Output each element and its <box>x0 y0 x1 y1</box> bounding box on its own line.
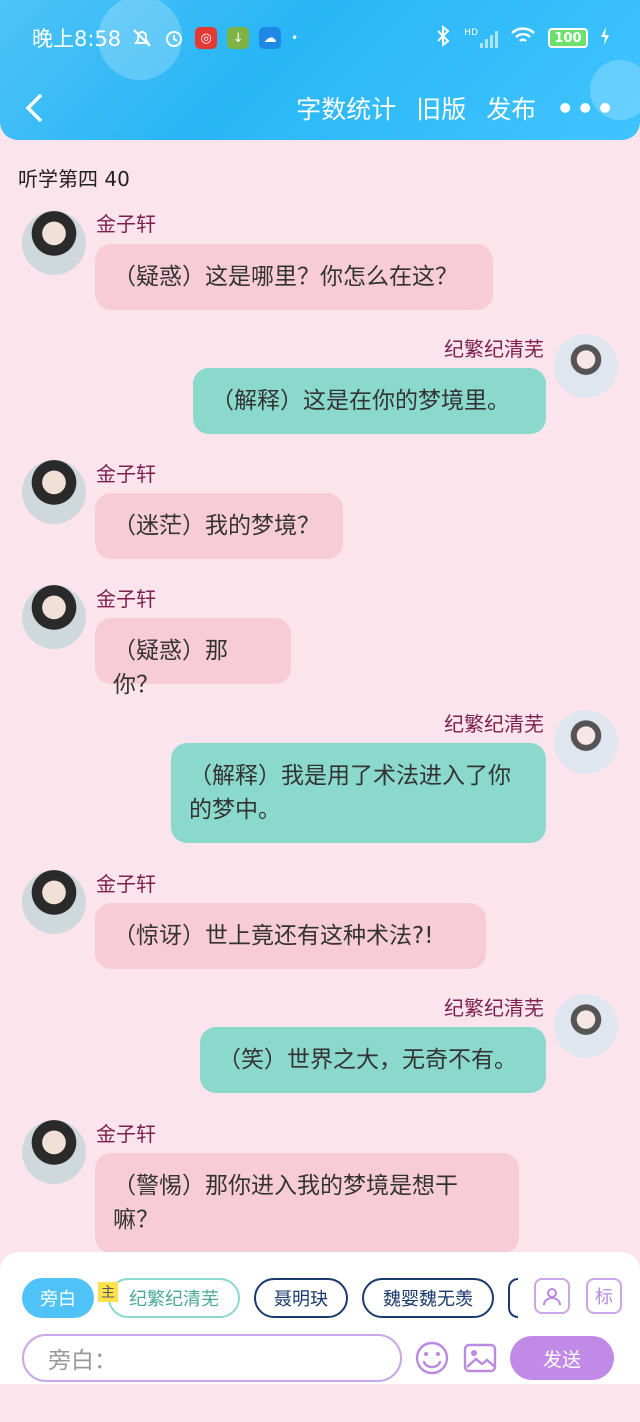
person-icon <box>543 1288 561 1306</box>
role-chip-wei-wuxian[interactable]: 魏婴魏无羡 <box>362 1278 494 1318</box>
message-bubble[interactable]: （惊讶）世上竟还有这种术法?! <box>95 903 486 969</box>
tag-button[interactable]: 标 <box>586 1278 622 1314</box>
sender-name: 金子轩 <box>96 462 156 486</box>
image-button[interactable] <box>462 1340 498 1376</box>
sender-name: 金子轩 <box>96 872 156 896</box>
avatar[interactable] <box>22 870 86 934</box>
sender-name: 金子轩 <box>96 1122 156 1146</box>
back-button[interactable] <box>24 92 64 124</box>
publish-button[interactable]: 发布 <box>486 90 536 126</box>
bottom-strip <box>0 1384 640 1422</box>
message-bubble[interactable]: （迷茫）我的梦境？ <box>95 493 343 559</box>
message-input[interactable]: 旁白： <box>22 1334 402 1382</box>
battery-indicator: 100 <box>548 28 588 48</box>
avatar[interactable] <box>22 211 86 275</box>
cell-signal-icon: HD <box>464 28 498 48</box>
emoji-button[interactable] <box>414 1340 450 1376</box>
sender-name: 纪繁纪清芜 <box>444 996 544 1020</box>
sender-name: 金子轩 <box>96 212 156 236</box>
sender-name: 纪繁纪清芜 <box>444 337 544 361</box>
role-chip-nie-mingjue[interactable]: 聂明玦 <box>254 1278 348 1318</box>
message-bubble[interactable]: （解释）这是在你的梦境里。 <box>193 368 546 434</box>
role-chip-overflow[interactable] <box>508 1278 518 1318</box>
avatar[interactable] <box>554 710 618 774</box>
chat-title: 听学第四 40 <box>18 167 130 191</box>
cloud-app-icon: ☁ <box>259 27 282 49</box>
avatar[interactable] <box>22 1120 86 1184</box>
avatar[interactable] <box>554 994 618 1058</box>
word-count-button[interactable]: 字数统计 <box>296 90 396 126</box>
message-bubble[interactable]: （警惕）那你进入我的梦境是想干嘛？ <box>95 1153 519 1253</box>
sender-name: 纪繁纪清芜 <box>444 712 544 736</box>
old-version-button[interactable]: 旧版 <box>416 90 466 126</box>
avatar[interactable] <box>554 334 618 398</box>
send-button[interactable]: 发送 <box>510 1336 614 1380</box>
message-bubble[interactable]: （解释）我是用了术法进入了你的梦中。 <box>171 743 546 843</box>
more-options-button[interactable]: ••• <box>556 92 616 125</box>
network-type: HD <box>464 28 478 38</box>
role-chip-ji-qingwu[interactable]: 纪繁纪清芜 <box>108 1278 240 1318</box>
main-role-tag: 主 <box>98 1282 118 1302</box>
alarm-icon <box>163 27 185 49</box>
character-button[interactable] <box>534 1278 570 1314</box>
avatar[interactable] <box>22 585 86 649</box>
music-app-icon: ◎ <box>195 27 218 49</box>
status-time: 晚上8:58 <box>32 27 122 51</box>
compose-panel: 旁白 纪繁纪清芜 聂明玦 魏婴魏无羡 主 标 旁白： 发送 <box>0 1252 640 1384</box>
charging-icon <box>600 26 610 50</box>
status-bar: 晚上8:58 ◎ ↓ ☁ • HD 100 <box>0 18 640 58</box>
avatar[interactable] <box>22 460 86 524</box>
image-icon <box>463 1343 497 1373</box>
wifi-icon <box>510 26 536 51</box>
message-bubble[interactable]: （疑惑）那你？ <box>95 618 291 698</box>
chevron-left-icon <box>25 93 43 123</box>
bluetooth-icon <box>434 24 452 52</box>
dot-icon: • <box>291 31 299 45</box>
nav-bar: 字数统计 旧版 发布 ••• <box>0 80 640 136</box>
app-header: 晚上8:58 ◎ ↓ ☁ • HD 100 字数统计 旧版 发布 ••• <box>0 0 640 140</box>
download-app-icon: ↓ <box>227 27 250 49</box>
emoji-icon <box>415 1341 449 1375</box>
message-bubble[interactable]: （笑）世界之大，无奇不有。 <box>200 1027 546 1093</box>
sender-name: 金子轩 <box>96 587 156 611</box>
message-bubble[interactable]: （疑惑）这是哪里？你怎么在这？ <box>95 244 493 310</box>
mute-bell-icon <box>131 27 153 49</box>
role-chip-narrator[interactable]: 旁白 <box>22 1278 94 1318</box>
